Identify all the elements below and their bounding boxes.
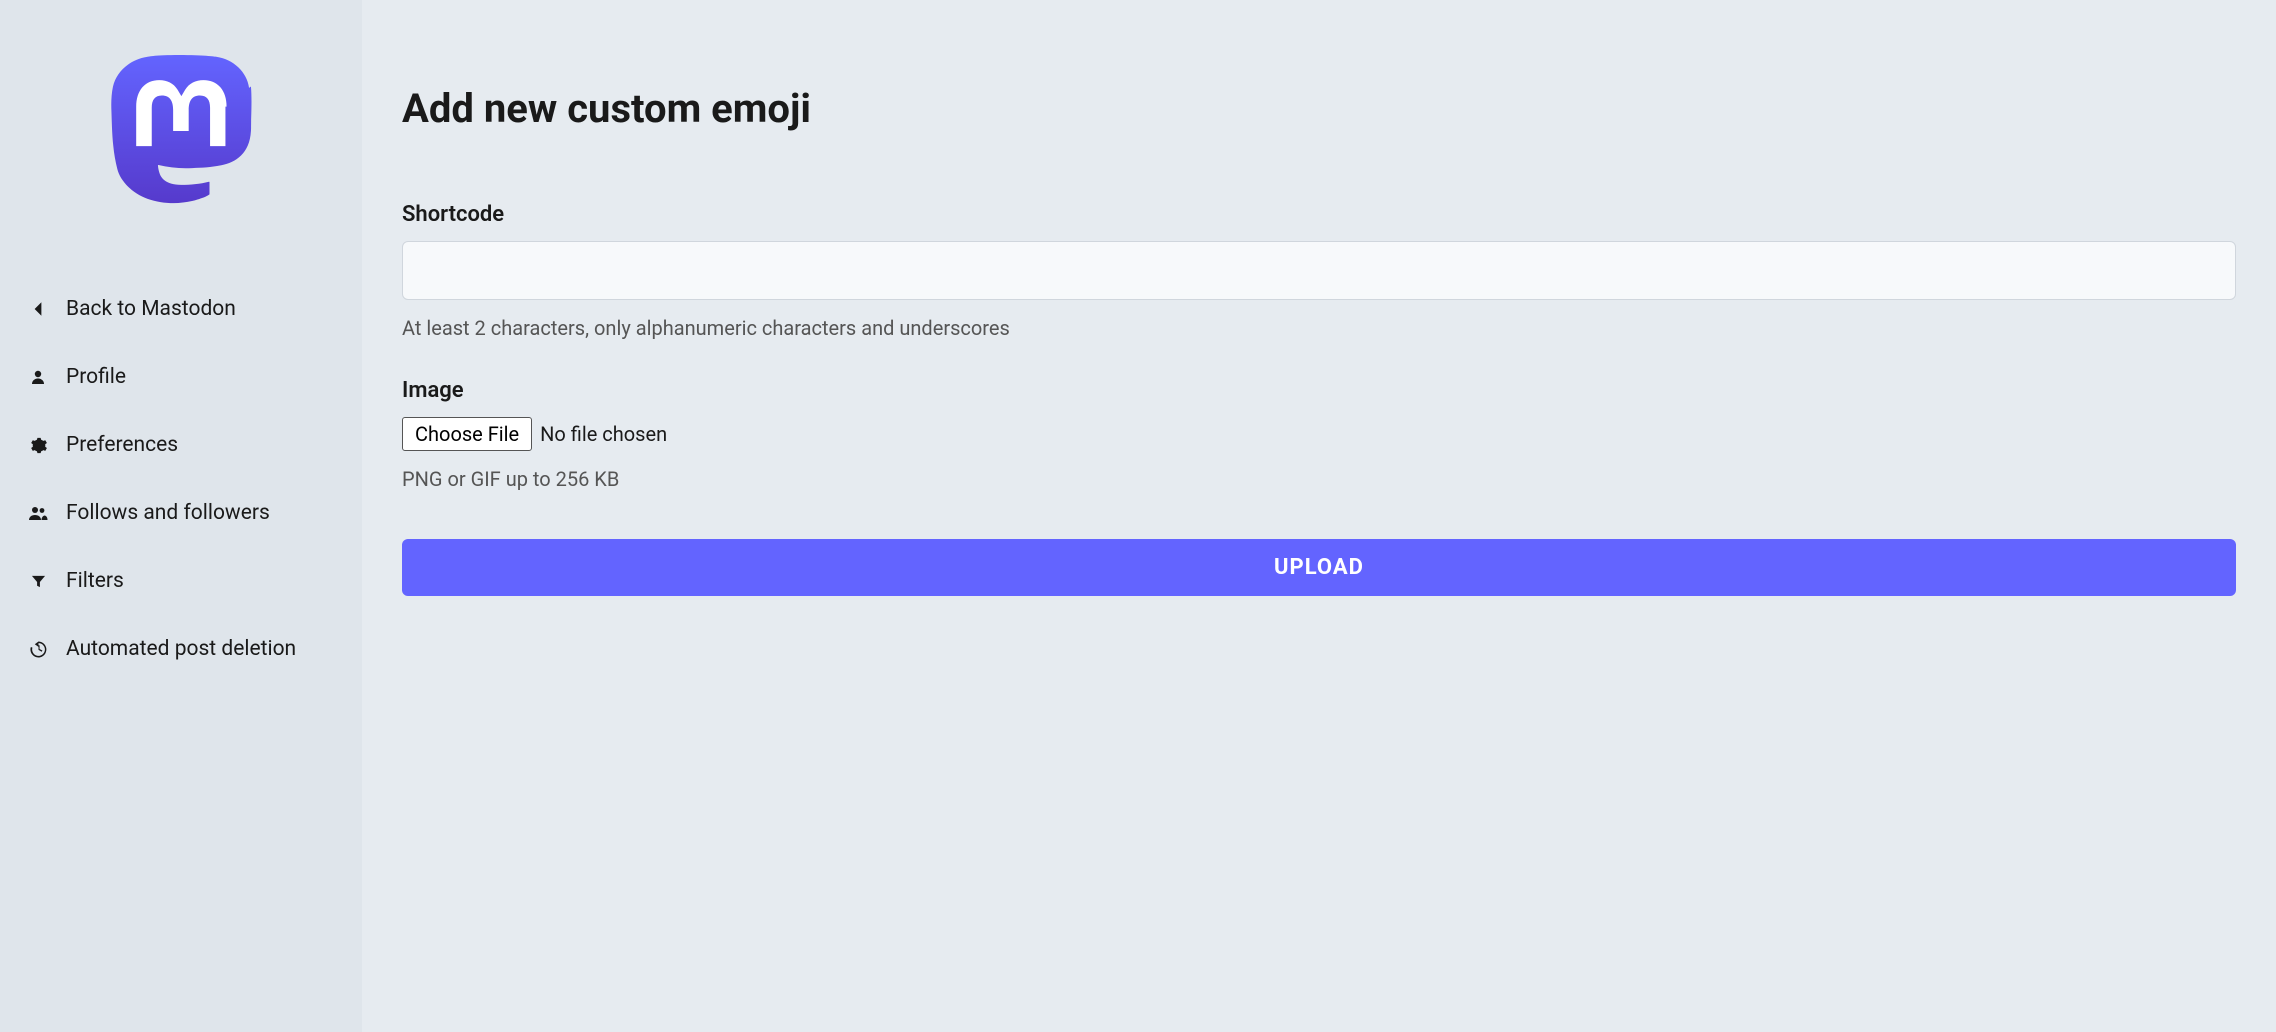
logo-wrap: [0, 55, 362, 205]
sidebar-item-label: Automated post deletion: [66, 637, 296, 661]
sidebar-item-profile[interactable]: Profile: [0, 343, 362, 411]
shortcode-input[interactable]: [402, 241, 2236, 300]
sidebar-item-preferences[interactable]: Preferences: [0, 411, 362, 479]
sidebar-item-label: Filters: [66, 569, 124, 593]
chevron-left-icon: [28, 299, 48, 319]
shortcode-label: Shortcode: [402, 202, 2236, 227]
image-label: Image: [402, 378, 2236, 403]
sidebar-item-label: Profile: [66, 365, 126, 389]
filter-icon: [28, 571, 48, 591]
sidebar-item-filters[interactable]: Filters: [0, 547, 362, 615]
main-content: Add new custom emoji Shortcode At least …: [362, 0, 2276, 1032]
sidebar-item-label: Follows and followers: [66, 501, 270, 525]
image-field-group: Image Choose File No file chosen PNG or …: [402, 378, 2236, 491]
shortcode-help-text: At least 2 characters, only alphanumeric…: [402, 316, 2236, 340]
sidebar: Back to Mastodon Profile Preferences Fol…: [0, 0, 362, 1032]
sidebar-item-label: Preferences: [66, 433, 178, 457]
upload-button[interactable]: UPLOAD: [402, 539, 2236, 596]
sidebar-nav: Back to Mastodon Profile Preferences Fol…: [0, 275, 362, 683]
choose-file-button[interactable]: Choose File: [402, 417, 532, 451]
sidebar-item-automated-deletion[interactable]: Automated post deletion: [0, 615, 362, 683]
sidebar-item-label: Back to Mastodon: [66, 297, 236, 321]
mastodon-logo[interactable]: [110, 55, 252, 205]
file-status-text: No file chosen: [540, 422, 667, 446]
shortcode-field-group: Shortcode At least 2 characters, only al…: [402, 202, 2236, 340]
image-help-text: PNG or GIF up to 256 KB: [402, 467, 2236, 491]
users-icon: [28, 503, 48, 523]
sidebar-item-follows[interactable]: Follows and followers: [0, 479, 362, 547]
file-input-row: Choose File No file chosen: [402, 417, 2236, 451]
gear-icon: [28, 435, 48, 455]
history-icon: [28, 639, 48, 659]
sidebar-item-back[interactable]: Back to Mastodon: [0, 275, 362, 343]
page-title: Add new custom emoji: [402, 85, 2236, 132]
user-icon: [28, 367, 48, 387]
